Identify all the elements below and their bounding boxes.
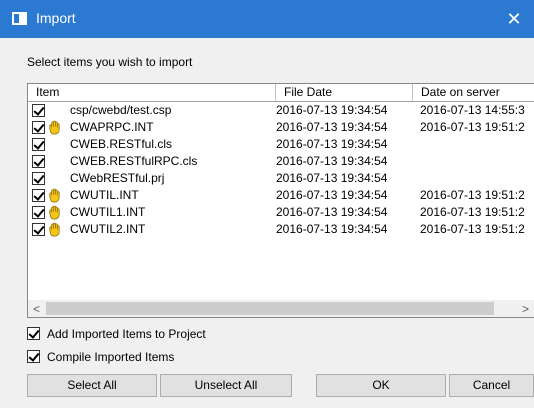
cancel-button[interactable]: Cancel: [449, 374, 534, 397]
item-file-date: 2016-07-13 19:34:54: [276, 222, 388, 236]
hand-icon: [47, 222, 62, 237]
item-name: CWAPRPC.INT: [70, 120, 154, 134]
item-server-date: 2016-07-13 19:51:2: [420, 205, 525, 219]
item-checkbox[interactable]: [32, 155, 45, 168]
instruction-text: Select items you wish to import: [27, 55, 193, 69]
item-checkbox[interactable]: [32, 121, 45, 134]
close-icon[interactable]: ✕: [494, 0, 534, 38]
select-all-button[interactable]: Select All: [27, 374, 157, 397]
item-server-date: 2016-07-13 19:51:2: [420, 120, 525, 134]
item-file-date: 2016-07-13 19:34:54: [276, 154, 388, 168]
item-checkbox[interactable]: [32, 138, 45, 151]
item-file-date: 2016-07-13 19:34:54: [276, 188, 388, 202]
horizontal-scrollbar[interactable]: < >: [28, 300, 534, 317]
item-checkbox[interactable]: [32, 172, 45, 185]
item-server-date: 2016-07-13 19:51:2: [420, 188, 525, 202]
item-file-date: 2016-07-13 19:34:54: [276, 171, 388, 185]
ok-button[interactable]: OK: [316, 374, 446, 397]
dialog-title: Import: [36, 10, 76, 26]
list-item[interactable]: CWAPRPC.INT 2016-07-13 19:34:54 2016-07-13…: [28, 119, 534, 136]
list-item[interactable]: CWebRESTful.prj 2016-07-13 19:34:54: [28, 170, 534, 187]
scroll-left-icon[interactable]: <: [28, 300, 45, 317]
item-checkbox[interactable]: [32, 206, 45, 219]
compile-option[interactable]: Compile Imported Items: [27, 349, 207, 365]
scroll-right-icon[interactable]: >: [517, 300, 534, 317]
item-checkbox[interactable]: [32, 223, 45, 236]
item-name: CWUTIL1.INT: [70, 205, 146, 219]
list-item[interactable]: CWUTIL.INT 2016-07-13 19:34:54 2016-07-13 …: [28, 187, 534, 204]
unselect-all-button[interactable]: Unselect All: [160, 374, 292, 397]
list-item[interactable]: CWUTIL2.INT 2016-07-13 19:34:54 2016-07-13…: [28, 221, 534, 238]
compile-checkbox[interactable]: [27, 350, 40, 363]
column-header-file-date[interactable]: File Date: [276, 84, 413, 101]
item-file-date: 2016-07-13 19:34:54: [276, 120, 388, 134]
list-header: Item File Date Date on server: [28, 84, 534, 102]
list-item[interactable]: CWEB.RESTfulRPC.cls 2016-07-13 19:34:54: [28, 153, 534, 170]
hand-icon: [47, 188, 62, 203]
title-bar[interactable]: Import ✕: [0, 0, 534, 38]
item-file-date: 2016-07-13 19:34:54: [276, 103, 388, 117]
hand-icon: [47, 205, 62, 220]
window-icon: [12, 12, 27, 25]
add-to-project-checkbox[interactable]: [27, 327, 40, 340]
item-file-date: 2016-07-13 19:34:54: [276, 137, 388, 151]
item-name: CWUTIL2.INT: [70, 222, 146, 236]
import-items-list[interactable]: Item File Date Date on server csp/cwebd/…: [27, 83, 534, 318]
compile-label: Compile Imported Items: [47, 350, 175, 364]
item-server-date: 2016-07-13 19:51:2: [420, 222, 525, 236]
list-item[interactable]: CWEB.RESTful.cls 2016-07-13 19:34:54: [28, 136, 534, 153]
item-checkbox[interactable]: [32, 189, 45, 202]
item-name: csp/cwebd/test.csp: [70, 103, 172, 117]
add-to-project-label: Add Imported Items to Project: [47, 327, 206, 341]
item-name: CWUTIL.INT: [70, 188, 139, 202]
column-header-item[interactable]: Item: [28, 84, 276, 101]
scrollbar-thumb[interactable]: [46, 302, 494, 315]
item-name: CWEB.RESTfulRPC.cls: [70, 154, 198, 168]
hand-icon: [47, 120, 62, 135]
import-dialog: Import ✕ Select items you wish to import…: [0, 0, 534, 408]
item-checkbox[interactable]: [32, 104, 45, 117]
item-file-date: 2016-07-13 19:34:54: [276, 205, 388, 219]
item-name: CWebRESTful.prj: [70, 171, 165, 185]
list-item[interactable]: csp/cwebd/test.csp 2016-07-13 19:34:54 201…: [28, 102, 534, 119]
list-item[interactable]: CWUTIL1.INT 2016-07-13 19:34:54 2016-07-13…: [28, 204, 534, 221]
item-name: CWEB.RESTful.cls: [70, 137, 173, 151]
column-header-date-on-server[interactable]: Date on server: [413, 84, 534, 101]
item-server-date: 2016-07-13 14:55:3: [420, 103, 525, 117]
add-to-project-option[interactable]: Add Imported Items to Project: [27, 326, 227, 342]
